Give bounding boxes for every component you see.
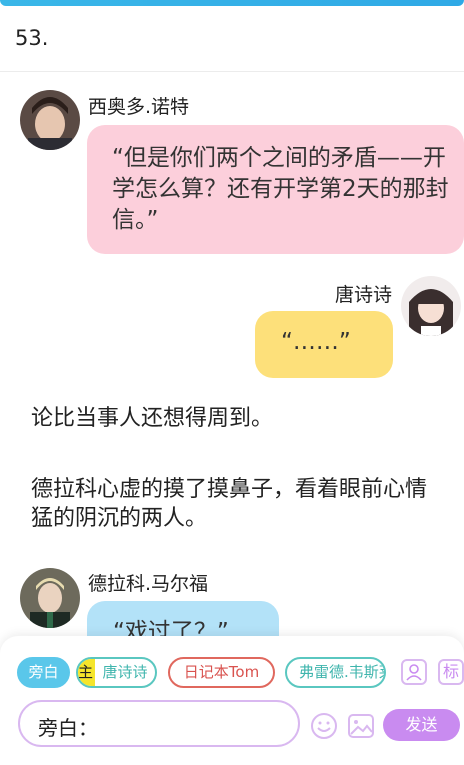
- chapter-number: 53.: [15, 26, 49, 50]
- message-bubble[interactable]: “但是你们两个之间的矛盾——开学怎么算？还有开学第2天的那封信。”: [87, 125, 464, 254]
- role-chip-fred[interactable]: 弗雷德.韦斯莱: [285, 657, 386, 688]
- tag-button[interactable]: 标: [438, 659, 464, 685]
- tangshishi-avatar[interactable]: [401, 276, 461, 336]
- main-role-badge: 主: [78, 659, 95, 686]
- header-divider: [0, 71, 464, 72]
- theodore-avatar[interactable]: [20, 90, 80, 150]
- narration-text: 论比当事人还想得周到。: [31, 406, 274, 431]
- message-bubble[interactable]: “……”: [255, 311, 393, 378]
- image-icon[interactable]: [347, 712, 375, 740]
- contacts-icon[interactable]: [401, 659, 427, 685]
- role-chip-tom[interactable]: 日记本Tom: [168, 657, 275, 688]
- top-accent-bar: [0, 0, 464, 6]
- input-prefix: 旁白：: [38, 716, 98, 740]
- send-button[interactable]: 发送: [383, 709, 460, 741]
- speaker-name: 西奥多.诺特: [88, 96, 190, 118]
- speaker-name: 唐诗诗: [334, 284, 392, 306]
- message-input[interactable]: 旁白：: [18, 700, 300, 747]
- speaker-name: 德拉科.马尔福: [88, 573, 209, 595]
- draco-avatar[interactable]: [20, 568, 80, 628]
- emoji-icon[interactable]: [310, 712, 338, 740]
- role-chip-tangshishi[interactable]: 主 唐诗诗: [76, 657, 157, 688]
- role-chip-label: 唐诗诗: [102, 663, 148, 681]
- role-chip-narrator[interactable]: 旁白: [17, 657, 70, 688]
- narration-text: 德拉科心虚的摸了摸鼻子，看着眼前心情猛的阴沉的两人。: [31, 477, 428, 531]
